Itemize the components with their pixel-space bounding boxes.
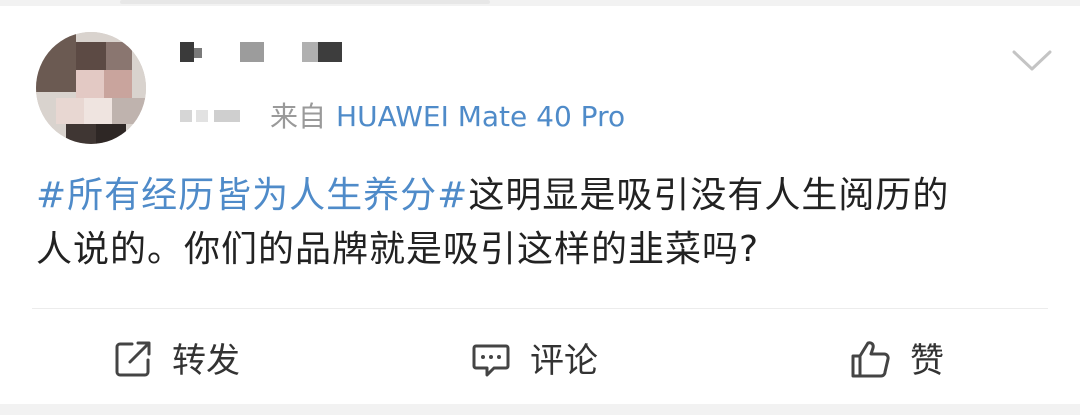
avatar-block: [76, 42, 106, 70]
name-redaction: [318, 42, 342, 62]
comment-label: 评论: [530, 341, 598, 381]
name-redaction: [180, 42, 194, 62]
repost-button[interactable]: 转发: [112, 336, 240, 386]
divider: [32, 308, 1048, 309]
avatar-block: [106, 42, 132, 70]
time-redaction: [214, 110, 240, 122]
post-text-line1: 这明显是吸引没有人生阅历的: [468, 175, 950, 216]
post-text-line2: 人说的。你们的品牌就是吸引这样的韭菜吗?: [36, 229, 760, 270]
time-redaction: [196, 110, 208, 122]
source-device-link[interactable]: HUAWEI Mate 40 Pro: [336, 100, 625, 133]
top-separator-pill: [120, 0, 490, 4]
avatar-block: [56, 98, 84, 124]
avatar-block: [104, 70, 132, 98]
like-button[interactable]: 赞: [848, 336, 944, 386]
post-content: #所有经历皆为人生养分#这明显是吸引没有人生阅历的 人说的。你们的品牌就是吸引这…: [36, 169, 1046, 277]
share-square-icon: [112, 338, 154, 384]
chevron-down-icon[interactable]: [1010, 42, 1054, 78]
like-label: 赞: [910, 341, 944, 381]
avatar[interactable]: [36, 32, 146, 144]
name-redaction: [194, 48, 202, 58]
thumbs-up-icon: [848, 337, 892, 385]
topic-hashtag-link[interactable]: #所有经历皆为人生养分#: [36, 175, 468, 216]
repost-label: 转发: [172, 341, 240, 381]
post-card: 来自 HUAWEI Mate 40 Pro #所有经历皆为人生养分#这明显是吸引没…: [0, 6, 1080, 404]
avatar-block: [36, 32, 76, 92]
avatar-block: [96, 124, 126, 144]
avatar-block: [66, 124, 96, 144]
author-name[interactable]: [180, 42, 380, 66]
name-redaction: [302, 42, 318, 62]
source-prefix: 来自: [270, 100, 327, 133]
avatar-block: [76, 70, 104, 98]
avatar-block: [112, 98, 146, 124]
bottom-separator: [0, 404, 1080, 415]
post-source: 来自 HUAWEI Mate 40 Pro: [270, 98, 625, 136]
comment-bubble-icon: [470, 338, 512, 384]
avatar-block: [84, 98, 112, 124]
time-redaction: [180, 110, 192, 122]
post-time-redacted: [180, 110, 242, 124]
comment-button[interactable]: 评论: [470, 336, 598, 386]
name-redaction: [240, 42, 264, 62]
post-meta: 来自 HUAWEI Mate 40 Pro: [180, 98, 880, 138]
